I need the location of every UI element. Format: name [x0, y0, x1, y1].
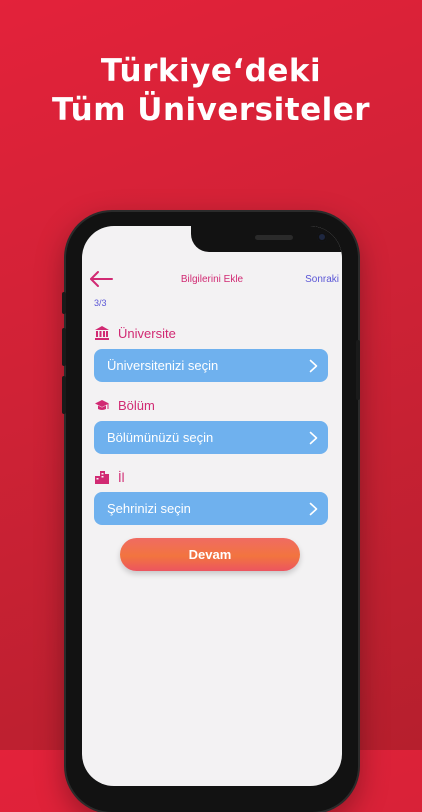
department-select-text: Bölümünüzü seçin [107, 430, 214, 445]
continue-button-label: Devam [188, 547, 232, 562]
arrow-left-icon[interactable] [88, 268, 114, 290]
graduation-cap-icon [95, 400, 109, 410]
chevron-right-icon [309, 431, 318, 445]
university-section-label: Üniversite [94, 324, 176, 342]
app-screen: Bilgilerini Ekle Sonraki 3/3 Üniversite … [82, 226, 342, 786]
chevron-right-icon [309, 359, 318, 373]
department-label-text: Bölüm [118, 397, 155, 413]
university-label-text: Üniversite [118, 325, 176, 341]
city-section-label: İl [94, 468, 125, 486]
promo-headline: Türkiye‘deki Tüm Üniversiteler [0, 52, 422, 130]
phone-volume-up [62, 328, 66, 366]
speaker-grille [255, 235, 293, 240]
next-button[interactable]: Sonraki [287, 274, 339, 285]
university-select[interactable]: Üniversitenizi seçin [94, 349, 328, 382]
phone-silent-switch [62, 292, 66, 314]
city-select-text: Şehrinizi seçin [107, 501, 191, 516]
city-select[interactable]: Şehrinizi seçin [94, 492, 328, 525]
city-buildings-icon [95, 471, 109, 484]
page-title: Bilgilerini Ekle [180, 274, 244, 285]
promo-line-2: Tüm Üniversiteler [51, 92, 371, 128]
phone-volume-down [62, 376, 66, 414]
step-indicator: 3/3 [94, 298, 107, 308]
phone-power-button [356, 340, 360, 400]
department-select[interactable]: Bölümünüzü seçin [94, 421, 328, 454]
continue-button[interactable]: Devam [120, 538, 300, 571]
university-building-icon [95, 326, 109, 340]
chevron-right-icon [309, 502, 318, 516]
department-section-label: Bölüm [94, 396, 155, 414]
phone-notch [191, 226, 342, 252]
promo-line-1: Türkiye‘deki [100, 53, 322, 89]
front-camera [317, 232, 327, 242]
city-label-text: İl [118, 469, 125, 485]
university-select-text: Üniversitenizi seçin [107, 358, 219, 373]
